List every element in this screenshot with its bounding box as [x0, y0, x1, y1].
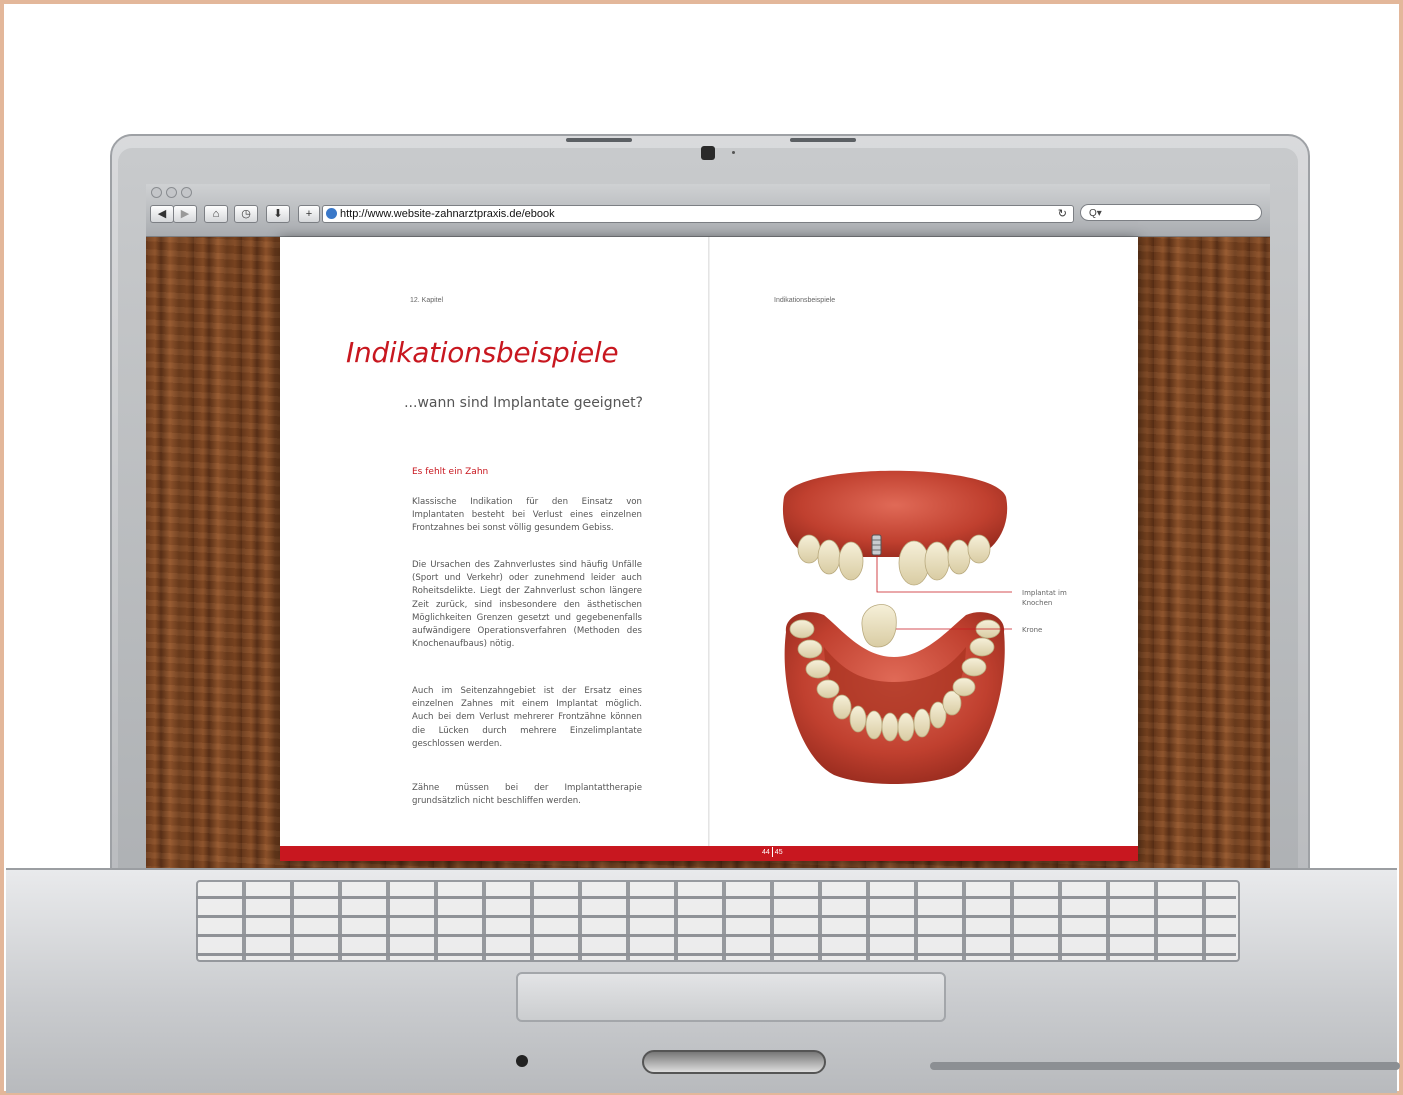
chapter-header: 12. Kapitel [410, 297, 444, 304]
zoom-window-button[interactable] [181, 187, 192, 198]
search-field[interactable]: Q▾ [1080, 204, 1262, 221]
back-arrow-icon: ◀ [157, 208, 167, 220]
paragraph: Die Ursachen des Zahnverlustes sind häuf… [412, 560, 642, 650]
page-title: Indikationsbeispiele [346, 336, 619, 369]
address-bar[interactable]: http://www.website-zahnarztpraxis.de/ebo… [322, 205, 1074, 223]
clock-icon: ◷ [241, 208, 251, 220]
webcam-icon [701, 146, 715, 160]
globe-icon [326, 208, 337, 219]
add-bookmark-button[interactable]: + [298, 205, 320, 223]
plus-icon: + [305, 208, 313, 220]
page-number-left: 44 [762, 848, 770, 856]
page-numbers: 44 45 [762, 847, 783, 857]
section-heading: Es fehlt ein Zahn [412, 467, 489, 477]
lid-notch-right [790, 138, 856, 142]
window-controls [151, 187, 192, 198]
trackpad [516, 972, 946, 1022]
dental-implant-illustration [782, 470, 1012, 784]
page-subtitle: ...wann sind Implantate geeignet? [404, 395, 643, 411]
page-number-right: 45 [774, 848, 783, 856]
home-icon: ⌂ [212, 208, 220, 220]
book-spine [708, 237, 710, 861]
page-footer-bar [280, 846, 1138, 861]
lid-latch [642, 1050, 826, 1074]
download-icon: ⬇ [273, 208, 283, 220]
close-window-button[interactable] [151, 187, 162, 198]
home-button[interactable]: ⌂ [204, 205, 228, 223]
history-button[interactable]: ◷ [234, 205, 258, 223]
implant-label-line2: Knochen [1022, 599, 1053, 607]
implant-label-line1: Implantat im [1022, 589, 1067, 597]
sleep-indicator-icon [516, 1055, 528, 1067]
ebook-spread: 12. Kapitel Indikationsbeispiele ...wann… [280, 237, 1138, 861]
url-text: http://www.website-zahnarztpraxis.de/ebo… [340, 208, 555, 220]
browser-window: ◀ ▶ ⌂ ◷ ⬇ + http://www.website-zahnarztp… [146, 184, 1270, 872]
paragraph: Auch im Seitenzahngebiet ist der Ersatz … [412, 686, 642, 749]
reload-icon[interactable]: ↻ [1058, 206, 1067, 222]
implant-label: Implantat im Knochen [1022, 588, 1067, 608]
minimize-window-button[interactable] [166, 187, 177, 198]
webcam-indicator [732, 151, 735, 154]
keyboard-rows [196, 880, 1236, 958]
forward-button[interactable]: ▶ [173, 205, 197, 223]
crown-label: Krone [1022, 626, 1043, 634]
drive-slot [930, 1062, 1400, 1070]
downloads-button[interactable]: ⬇ [266, 205, 290, 223]
lid-notch-left [566, 138, 632, 142]
browser-toolbar: ◀ ▶ ⌂ ◷ ⬇ + http://www.website-zahnarztp… [146, 184, 1270, 237]
back-button[interactable]: ◀ [150, 205, 174, 223]
forward-arrow-icon: ▶ [180, 208, 190, 220]
search-icon: Q▾ [1089, 208, 1102, 219]
section-header: Indikationsbeispiele [774, 297, 836, 304]
paragraph: Klassische Indikation für den Einsatz vo… [412, 497, 642, 534]
crown [861, 604, 897, 648]
paragraph: Zähne müssen bei der Implantattherapie g… [412, 783, 642, 807]
